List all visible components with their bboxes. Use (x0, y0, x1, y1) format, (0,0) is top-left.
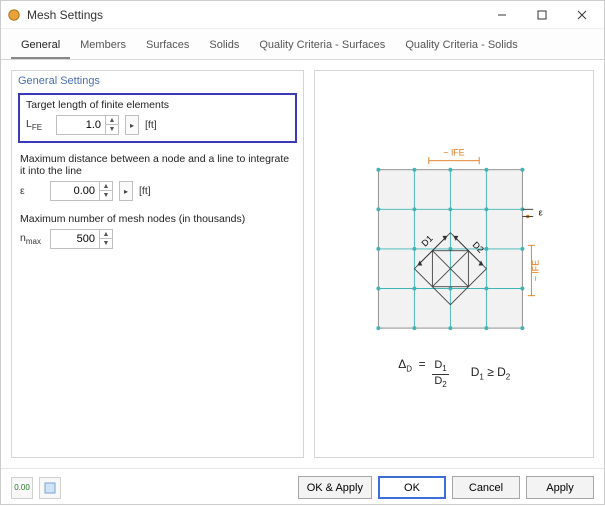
spin-down-icon[interactable]: ▼ (100, 239, 112, 248)
minimize-button[interactable] (482, 1, 522, 29)
spin-up-icon[interactable]: ▲ (100, 182, 112, 191)
max-nodes-field[interactable] (51, 233, 99, 245)
mesh-diagram: ~ lFE ~ lFE (364, 139, 544, 339)
max-nodes-group: Maximum number of mesh nodes (in thousan… (12, 209, 303, 257)
target-length-input[interactable]: ▲▼ (56, 115, 119, 135)
spin-down-icon[interactable]: ▼ (100, 191, 112, 200)
max-nodes-var: nmax (20, 232, 44, 246)
spin-up-icon[interactable]: ▲ (100, 230, 112, 239)
titlebar: Mesh Settings (1, 1, 604, 29)
target-length-var: LFE (26, 118, 50, 132)
formula-cond: D1 ≥ D2 (471, 365, 511, 381)
tab-general[interactable]: General (11, 34, 70, 59)
help-button[interactable] (39, 477, 61, 499)
diagram-panel: ~ lFE ~ lFE (314, 70, 594, 458)
tab-quality-solids[interactable]: Quality Criteria - Solids (395, 34, 527, 59)
ok-button[interactable]: OK (378, 476, 446, 499)
max-distance-field[interactable] (51, 185, 99, 197)
tab-surfaces[interactable]: Surfaces (136, 34, 199, 59)
max-distance-unit: [ft] (139, 185, 151, 197)
diagram-lfe-right: ~ lFE (531, 259, 541, 280)
target-length-group: Target length of finite elements LFE ▲▼ … (18, 93, 297, 143)
apply-button[interactable]: Apply (526, 476, 594, 499)
footer: 0.00 OK & Apply OK Cancel Apply (1, 468, 604, 506)
max-distance-var: ε (20, 185, 44, 197)
window-title: Mesh Settings (27, 8, 482, 22)
diagram-lfe-top: ~ lFE (444, 147, 465, 157)
spin-down-icon[interactable]: ▼ (106, 125, 118, 134)
general-settings-panel: General Settings Target length of finite… (11, 70, 304, 458)
units-button[interactable]: 0.00 (11, 477, 33, 499)
formula: ΔD = D1D2 D1 ≥ D2 (398, 357, 510, 390)
max-distance-label: Maximum distance between a node and a li… (20, 153, 295, 177)
max-nodes-input[interactable]: ▲▼ (50, 229, 113, 249)
target-length-unit: [ft] (145, 119, 157, 131)
spin-up-icon[interactable]: ▲ (106, 116, 118, 125)
max-distance-group: Maximum distance between a node and a li… (12, 149, 303, 209)
target-length-label: Target length of finite elements (26, 99, 289, 111)
max-distance-spinner[interactable]: ▲▼ (99, 182, 112, 200)
fieldset-title: General Settings (12, 71, 303, 93)
formula-left: ΔD = D1D2 (398, 357, 449, 390)
target-length-expand-button[interactable]: ▸ (125, 115, 139, 135)
maximize-button[interactable] (522, 1, 562, 29)
tab-bar: General Members Surfaces Solids Quality … (1, 29, 604, 60)
cancel-button[interactable]: Cancel (452, 476, 520, 499)
tab-members[interactable]: Members (70, 34, 136, 59)
target-length-spinner[interactable]: ▲▼ (105, 116, 118, 134)
max-distance-expand-button[interactable]: ▸ (119, 181, 133, 201)
max-distance-input[interactable]: ▲▼ (50, 181, 113, 201)
tab-solids[interactable]: Solids (199, 34, 249, 59)
close-button[interactable] (562, 1, 602, 29)
tab-quality-surfaces[interactable]: Quality Criteria - Surfaces (249, 34, 395, 59)
help-icon (43, 481, 57, 495)
ok-apply-button[interactable]: OK & Apply (298, 476, 372, 499)
diagram-eps: ε (539, 207, 543, 217)
target-length-field[interactable] (57, 119, 105, 131)
max-nodes-spinner[interactable]: ▲▼ (99, 230, 112, 248)
max-nodes-label: Maximum number of mesh nodes (in thousan… (20, 213, 295, 225)
app-icon (7, 8, 21, 22)
